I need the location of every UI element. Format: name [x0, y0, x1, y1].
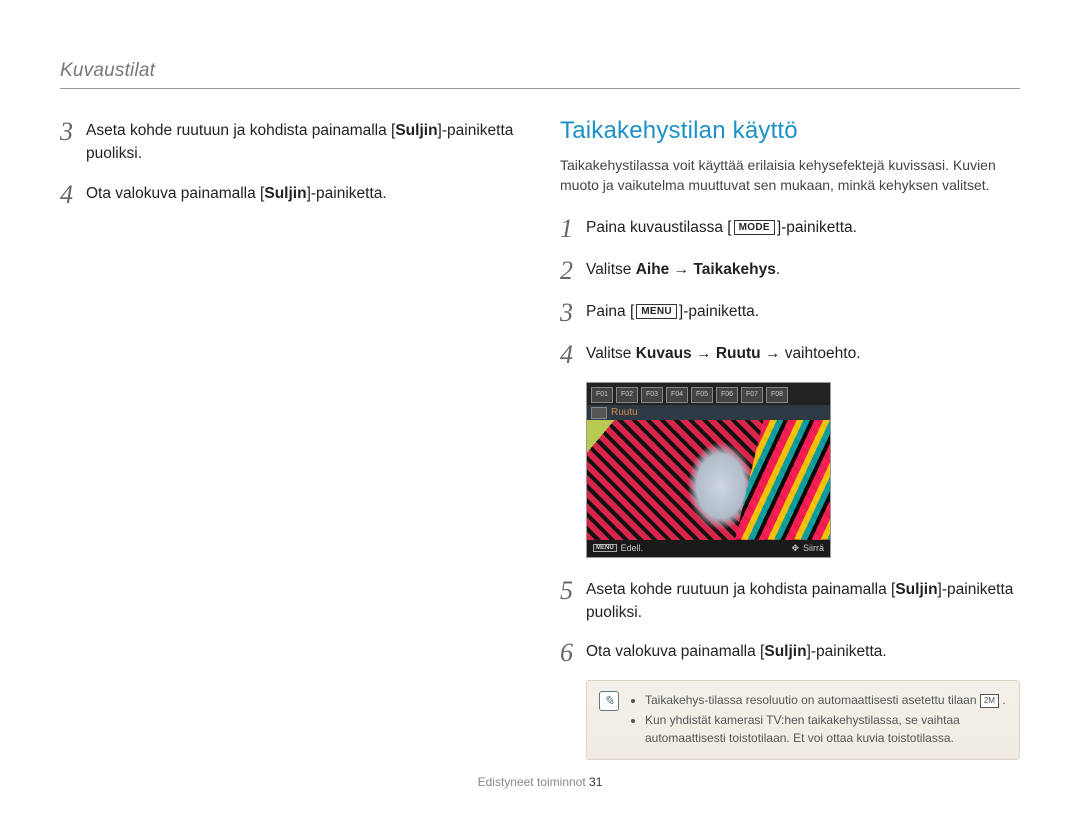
step-number: 2 [560, 258, 586, 284]
bold-text: Taikakehys [693, 261, 775, 278]
frame-thumbnail: F01 [591, 387, 613, 403]
intro-paragraph: Taikakehystilassa voit käyttää erilaisia… [560, 155, 1020, 196]
frame-thumbnail: F07 [741, 387, 763, 403]
bold-text: Suljin [264, 185, 306, 202]
step: 4Valitse Kuvaus → Ruutu → vaihtoehto. [560, 340, 1020, 368]
step: 2Valitse Aihe → Taikakehys. [560, 256, 1020, 284]
step-number: 3 [560, 300, 586, 326]
mode-button-label: MODE [734, 220, 775, 235]
camera-screenshot: F01F02F03F04F05F06F07F08 Ruutu MENU Edel… [586, 382, 831, 558]
frame-preview-image [587, 420, 830, 540]
page-number: 31 [589, 775, 602, 789]
step-number: 6 [560, 640, 586, 666]
note-list: Taikakehys-tilassa resoluutio on automaa… [631, 691, 1007, 749]
note-item: Kun yhdistät kamerasi TV:hen taikakehyst… [645, 711, 1007, 747]
section-title: Taikakehystilan käyttö [560, 117, 1020, 145]
footer-section: Edistyneet toiminnot [478, 775, 586, 789]
step: 3Aseta kohde ruutuun ja kohdista painama… [60, 117, 520, 166]
step-text: Valitse Kuvaus → Ruutu → vaihtoehto. [586, 340, 861, 365]
note-item: Taikakehys-tilassa resoluutio on automaa… [645, 691, 1007, 709]
bold-text: Kuvaus [636, 345, 692, 362]
frame-thumbnail: F06 [716, 387, 738, 403]
bold-text: Suljin [395, 122, 437, 139]
move-label: Siirrä [803, 543, 824, 553]
frame-thumbnail: F05 [691, 387, 713, 403]
step-text: Ota valokuva painamalla [Suljin]-painike… [86, 180, 387, 205]
back-label: Edell. [621, 543, 644, 553]
step-text: Aseta kohde ruutuun ja kohdista painamal… [86, 117, 520, 166]
step-text: Ota valokuva painamalla [Suljin]-painike… [586, 638, 887, 663]
bold-text: Suljin [895, 581, 937, 598]
frame-thumbnail: F04 [666, 387, 688, 403]
frame-thumbnail: F03 [641, 387, 663, 403]
screenshot-move-hint: ✥ Siirrä [791, 543, 824, 554]
frame-thumbnail-row: F01F02F03F04F05F06F07F08 [587, 383, 830, 405]
step-text: Valitse Aihe → Taikakehys. [586, 256, 780, 281]
step-number: 4 [560, 342, 586, 368]
step-text: Paina [MENU]-painiketta. [586, 298, 759, 323]
step-number: 5 [560, 578, 586, 604]
section-header: Kuvaustilat [60, 60, 1020, 89]
step: 6Ota valokuva painamalla [Suljin]-painik… [560, 638, 1020, 666]
step-number: 3 [60, 119, 86, 145]
step-text: Aseta kohde ruutuun ja kohdista painamal… [586, 576, 1020, 625]
step: 4Ota valokuva painamalla [Suljin]-painik… [60, 180, 520, 208]
step: 3Paina [MENU]-painiketta. [560, 298, 1020, 326]
step-number: 4 [60, 182, 86, 208]
note-icon: ✎ [599, 691, 619, 711]
step: 1Paina kuvaustilassa [MODE]-painiketta. [560, 214, 1020, 242]
menu-icon: MENU [593, 544, 617, 552]
frame-thumbnail: F02 [616, 387, 638, 403]
screenshot-back-hint: MENU Edell. [593, 543, 643, 554]
resolution-badge: 2M [980, 694, 999, 708]
menu-button-label: MENU [636, 304, 677, 319]
frame-option-label: Ruutu [587, 405, 830, 420]
bold-text: Ruutu [716, 345, 761, 362]
step-number: 1 [560, 216, 586, 242]
bold-text: Suljin [764, 643, 806, 660]
screenshot-bottom-bar: MENU Edell. ✥ Siirrä [587, 540, 830, 557]
content-columns: 3Aseta kohde ruutuun ja kohdista painama… [60, 117, 1020, 760]
frame-thumbnail: F08 [766, 387, 788, 403]
step-text: Paina kuvaustilassa [MODE]-painiketta. [586, 214, 857, 239]
page-footer: Edistyneet toiminnot 31 [0, 775, 1080, 789]
nav-icon: ✥ [791, 543, 799, 554]
right-column: Taikakehystilan käyttö Taikakehystilassa… [560, 117, 1020, 760]
note-box: ✎ Taikakehys-tilassa resoluutio on autom… [586, 680, 1020, 760]
left-column: 3Aseta kohde ruutuun ja kohdista painama… [60, 117, 520, 760]
bold-text: Aihe [636, 261, 670, 278]
step: 5Aseta kohde ruutuun ja kohdista painama… [560, 576, 1020, 625]
